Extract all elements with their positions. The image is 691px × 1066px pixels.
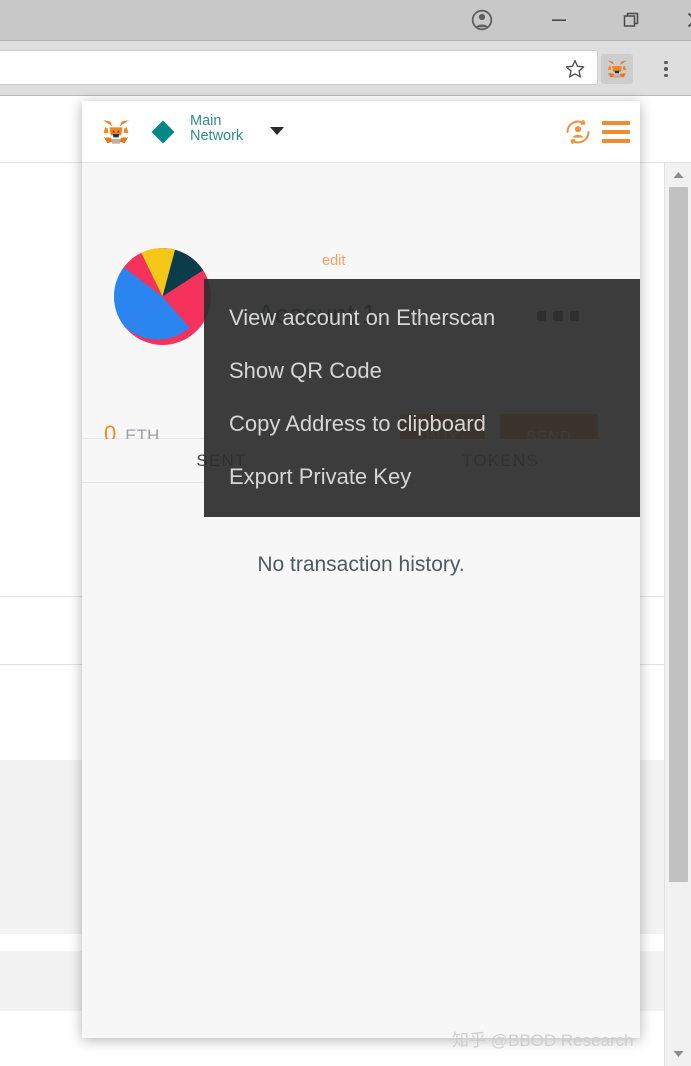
address-bar[interactable] [0,50,598,85]
bookmark-star-icon[interactable] [565,59,585,79]
kebab-dot [664,73,668,78]
network-name-line1: Main [190,113,222,129]
menu-item-show-qr-code[interactable]: Show QR Code [229,358,382,384]
window-close-button[interactable] [680,0,691,40]
menu-item-export-private-key[interactable]: Export Private Key [229,464,411,490]
metamask-extension-button[interactable] [601,54,633,84]
window-minimize-button[interactable] [536,0,582,40]
browser-toolbar [0,41,691,96]
kebab-dot [664,67,668,71]
page-scrollbar[interactable] [664,163,691,1066]
no-transaction-history-message: No transaction history. [257,553,465,576]
window-maximize-button[interactable] [608,0,654,40]
metamask-header: Main Network [82,101,640,163]
metamask-fox-icon [607,60,627,78]
network-diamond-icon [150,119,176,145]
chevron-down-icon[interactable] [270,127,284,135]
menu-item-view-on-etherscan[interactable]: View account on Etherscan [229,305,495,331]
hamburger-line [602,121,630,125]
hamburger-line [602,130,630,134]
account-options-menu: View account on Etherscan Show QR Code C… [204,279,640,517]
network-name-line2: Network [190,128,244,144]
scrollbar-thumb[interactable] [669,187,688,882]
edit-account-name-link[interactable]: edit [322,253,345,269]
hamburger-line [602,139,630,143]
profile-avatar-icon[interactable] [459,0,505,40]
account-switcher-icon[interactable] [563,117,593,147]
hamburger-menu-icon[interactable] [602,121,630,143]
browser-titlebar [0,0,691,41]
browser-menu-button[interactable] [656,55,676,83]
scroll-down-arrow-icon[interactable] [665,1044,691,1064]
metamask-fox-logo [101,118,131,146]
menu-item-copy-address[interactable]: Copy Address to clipboard [229,411,486,437]
account-identicon [114,248,211,345]
scroll-up-arrow-icon[interactable] [665,165,691,185]
network-name[interactable]: Main Network [190,114,270,144]
kebab-dot [664,60,668,65]
metamask-popup: Main Network edit 0 ETH No transaction h… [82,101,640,1038]
